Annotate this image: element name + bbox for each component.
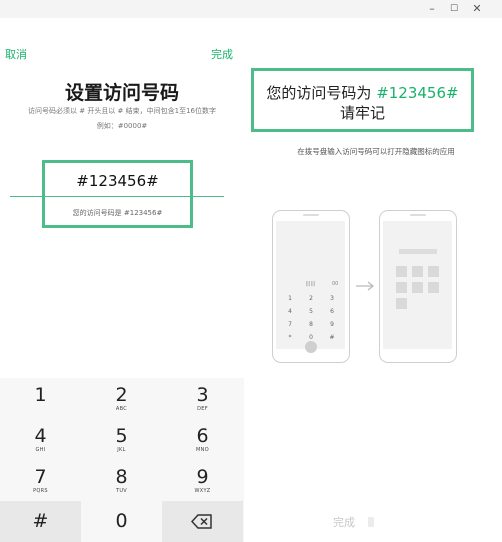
mini-key: 4	[288, 308, 292, 315]
numeric-keypad: 1 2 ABC 3 DEF 4 GHI 5 JKL 6 MNO 7 PQRS 8 TUV 9W…	[0, 378, 244, 542]
mini-key: 3	[330, 295, 334, 302]
mini-key: 8	[309, 321, 313, 328]
dialer-phone-illustration: |||||| 00 1 2 3 4 5 6 7 8 9 * 0 #	[272, 210, 350, 363]
mini-key: #	[329, 334, 335, 341]
mini-key: *	[288, 334, 292, 341]
key-2[interactable]: 2 ABC	[81, 378, 162, 418]
cancel-button[interactable]: 取消	[5, 46, 27, 62]
instruction-text: 在拨号盘输入访问号码可以打开隐藏图标的应用	[297, 147, 455, 156]
hidden-apps-phone-illustration	[379, 210, 457, 363]
minimize-icon[interactable]: –	[421, 2, 443, 16]
input-underline	[10, 196, 224, 197]
phone-screen: |||||| 00 1 2 3 4 5 6 7 8 9 * 0 #	[276, 221, 345, 349]
app-icon	[412, 282, 423, 293]
banner-code: #123456#	[376, 84, 459, 102]
app-icon	[412, 266, 423, 277]
key-1[interactable]: 1	[0, 378, 81, 418]
done-button[interactable]: 完成	[211, 46, 233, 62]
bottom-indicator	[368, 517, 374, 527]
mini-key: 1	[288, 295, 292, 302]
backspace-icon	[191, 514, 212, 529]
mini-key: 0	[309, 334, 313, 341]
app-icon	[428, 282, 439, 293]
mini-key: 7	[288, 321, 292, 328]
mini-key: 2	[309, 295, 313, 302]
key-6[interactable]: 6 MNO	[162, 419, 243, 459]
phone-speaker	[303, 214, 319, 216]
code-input[interactable]: #123456#	[42, 172, 193, 190]
folder-title-bar	[399, 249, 437, 254]
banner-line1: 您的访问号码为 #123456#	[251, 82, 474, 103]
maximize-icon[interactable]: ☐	[443, 2, 465, 16]
access-code-example: 例如：#0000#	[96, 122, 148, 130]
app-icon	[396, 298, 407, 309]
backspace-key[interactable]	[162, 501, 243, 542]
banner-line2: 请牢记	[339, 104, 385, 122]
key-5[interactable]: 5 JKL	[81, 419, 162, 459]
key-7[interactable]: 7 PQRS	[0, 460, 81, 500]
key-3[interactable]: 3 DEF	[162, 378, 243, 418]
key-9[interactable]: 9 WXYZ	[162, 460, 243, 500]
key-hash[interactable]: #	[0, 501, 81, 542]
dial-display-end: 00	[332, 281, 339, 287]
code-hint: 您的访问号码是 #123456#	[72, 209, 163, 217]
phone-speaker	[410, 214, 426, 216]
app-icon	[396, 282, 407, 293]
close-icon[interactable]: ✕	[466, 2, 488, 16]
key-8[interactable]: 8 TUV	[81, 460, 162, 500]
bottom-done-button[interactable]: 完成	[333, 514, 355, 530]
app-icon	[428, 266, 439, 277]
page-title: 设置访问号码	[64, 82, 179, 104]
key-4[interactable]: 4 GHI	[0, 419, 81, 459]
access-code-rule: 访问号码必须以 # 开头且以 # 结束，中间包含1至16位数字	[28, 107, 216, 115]
app-icon	[396, 266, 407, 277]
phone-screen	[383, 221, 452, 349]
banner-prefix: 您的访问号码为	[266, 84, 377, 102]
mini-key: 5	[309, 308, 313, 315]
arrow-right-icon	[356, 281, 375, 291]
mini-key: 6	[330, 308, 334, 315]
call-icon	[305, 341, 317, 353]
key-0[interactable]: 0	[81, 501, 162, 542]
mini-key: 9	[330, 321, 334, 328]
